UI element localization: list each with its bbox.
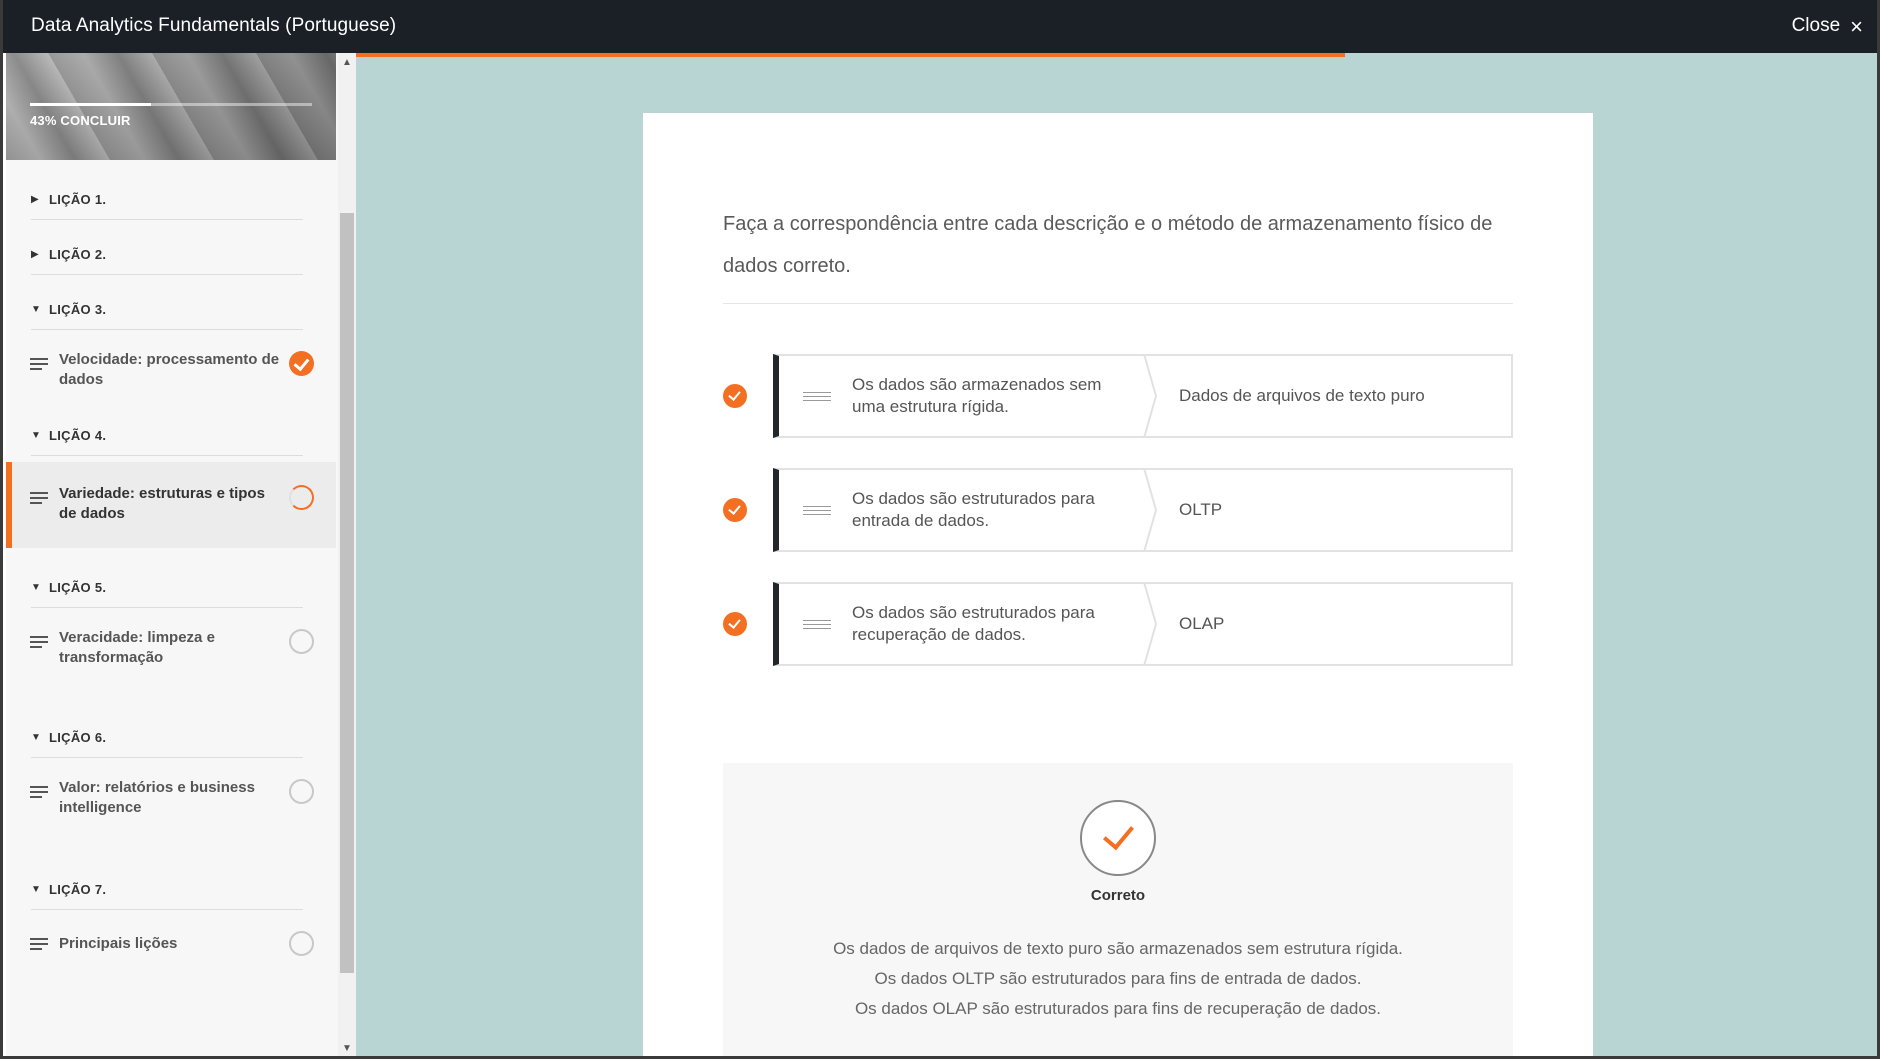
sidebar-item-label: Principais lições: [59, 935, 178, 952]
correct-check-icon: [723, 384, 747, 408]
scroll-up-arrow-icon[interactable]: ▲: [342, 58, 352, 68]
match-pair[interactable]: Os dados são estruturados para recuperaç…: [773, 582, 1513, 666]
match-row: Os dados são estruturados para entrada d…: [723, 468, 1513, 552]
lesson-header-7[interactable]: ▼ LIÇÃO 7.: [31, 870, 303, 910]
lesson-header-3[interactable]: ▼ LIÇÃO 3.: [31, 290, 303, 330]
caret-down-icon: ▼: [31, 884, 41, 895]
match-description: Os dados são armazenados sem uma estrutu…: [852, 375, 1102, 416]
match-description: Os dados são estruturados para entrada d…: [852, 489, 1095, 530]
match-pair[interactable]: Os dados são estruturados para entrada d…: [773, 468, 1513, 552]
feedback-panel: Correto Os dados de arquivos de texto pu…: [723, 763, 1513, 1056]
lesson-header-4[interactable]: ▼ LIÇÃO 4.: [31, 416, 303, 456]
sidebar-item-veracidade[interactable]: Veracidade: limpeza e transformação: [6, 614, 336, 684]
sidebar-item-variedade[interactable]: Variedade: estruturas e tipos de dados: [6, 462, 336, 548]
complete-check-icon: [289, 351, 314, 376]
progress-bar: [30, 103, 312, 106]
correct-check-icon: [723, 612, 747, 636]
caret-right-icon: ▶: [31, 249, 39, 260]
match-answer: Dados de arquivos de texto puro: [1179, 386, 1425, 405]
lesson-label: LIÇÃO 4.: [49, 428, 107, 443]
correct-check-icon: [723, 498, 747, 522]
caret-right-icon: ▶: [31, 194, 39, 205]
topic-lines-icon: [30, 786, 48, 800]
scroll-down-arrow-icon[interactable]: ▼: [342, 1044, 352, 1054]
lesson-label: LIÇÃO 2.: [49, 247, 107, 262]
caret-down-icon: ▼: [31, 582, 41, 593]
top-bar: Data Analytics Fundamentals (Portuguese)…: [3, 0, 1877, 53]
topic-lines-icon: [30, 938, 48, 952]
app-window: Data Analytics Fundamentals (Portuguese)…: [0, 0, 1880, 1059]
sidebar: 43% CONCLUIR ▶ LIÇÃO 1. ▶ LIÇÃO 2. ▼ LIÇ…: [6, 53, 356, 1056]
close-icon: ×: [1850, 13, 1863, 39]
topic-lines-icon: [30, 636, 48, 650]
question-text: Faça a correspondência entre cada descri…: [723, 213, 1493, 277]
sidebar-item-label: Velocidade: processamento de dados: [59, 351, 280, 388]
correct-result-icon: [1080, 800, 1156, 876]
match-row: Os dados são armazenados sem uma estrutu…: [723, 354, 1513, 438]
sidebar-scrollbar[interactable]: ▲ ▼: [338, 53, 356, 1056]
lesson-label: LIÇÃO 1.: [49, 192, 107, 207]
close-button[interactable]: Close ×: [1792, 15, 1863, 37]
sidebar-item-principais[interactable]: Principais lições: [6, 916, 336, 986]
not-started-circle-icon: [289, 779, 314, 804]
feedback-line: Os dados OLAP são estruturados para fins…: [854, 999, 1382, 1018]
course-title: Data Analytics Fundamentals (Portuguese): [31, 15, 397, 36]
match-answer: OLTP: [1179, 500, 1223, 519]
drag-handle-icon[interactable]: [803, 620, 831, 629]
caret-down-icon: ▼: [31, 430, 41, 441]
close-label: Close: [1791, 15, 1841, 36]
lesson-header-2[interactable]: ▶ LIÇÃO 2.: [31, 235, 303, 275]
lesson-label: LIÇÃO 5.: [49, 580, 107, 595]
sidebar-item-label: Variedade: estruturas e tipos de dados: [59, 485, 265, 522]
topic-lines-icon: [30, 358, 48, 372]
chevron-divider-icon: [1143, 468, 1158, 552]
match-description: Os dados são estruturados para recuperaç…: [852, 603, 1095, 644]
match-row: Os dados são estruturados para recuperaç…: [723, 582, 1513, 666]
progress-label: 43% CONCLUIR: [30, 113, 131, 128]
main-content: Faça a correspondência entre cada descri…: [356, 53, 1877, 1056]
lesson-header-5[interactable]: ▼ LIÇÃO 5.: [31, 568, 303, 608]
sidebar-item-valor[interactable]: Valor: relatórios e business intelligenc…: [6, 764, 336, 834]
quiz-card: Faça a correspondência entre cada descri…: [643, 113, 1593, 1056]
lesson-label: LIÇÃO 6.: [49, 730, 107, 745]
match-answer: OLAP: [1179, 614, 1225, 633]
feedback-line: Os dados de arquivos de texto puro são a…: [833, 939, 1403, 958]
caret-down-icon: ▼: [31, 304, 41, 315]
topic-lines-icon: [30, 492, 48, 506]
course-progress-banner: 43% CONCLUIR: [6, 53, 336, 160]
in-progress-ring-icon: [289, 485, 314, 510]
feedback-label: Correto: [1090, 887, 1146, 904]
drag-handle-icon[interactable]: [803, 392, 831, 401]
lesson-header-6[interactable]: ▼ LIÇÃO 6.: [31, 718, 303, 758]
sidebar-item-label: Veracidade: limpeza e transformação: [59, 629, 215, 666]
feedback-line: Os dados OLTP são estruturados para fins…: [874, 969, 1362, 988]
sidebar-item-velocidade[interactable]: Velocidade: processamento de dados: [6, 336, 336, 406]
match-pair[interactable]: Os dados são armazenados sem uma estrutu…: [773, 354, 1513, 438]
feedback-explanation: Os dados de arquivos de texto puro são a…: [723, 934, 1513, 1024]
drag-handle-icon[interactable]: [803, 506, 831, 515]
sidebar-item-label: Valor: relatórios e business intelligenc…: [59, 779, 255, 816]
lesson-progress-bar: [356, 53, 1345, 57]
chevron-divider-icon: [1143, 354, 1158, 438]
not-started-circle-icon: [289, 931, 314, 956]
lesson-label: LIÇÃO 3.: [49, 302, 107, 317]
scrollbar-thumb[interactable]: [340, 213, 354, 973]
divider: [723, 303, 1513, 304]
lesson-label: LIÇÃO 7.: [49, 882, 107, 897]
progress-bar-fill: [30, 103, 152, 106]
lesson-header-1[interactable]: ▶ LIÇÃO 1.: [31, 180, 303, 220]
not-started-circle-icon: [289, 629, 314, 654]
caret-down-icon: ▼: [31, 732, 41, 743]
chevron-divider-icon: [1143, 582, 1158, 666]
